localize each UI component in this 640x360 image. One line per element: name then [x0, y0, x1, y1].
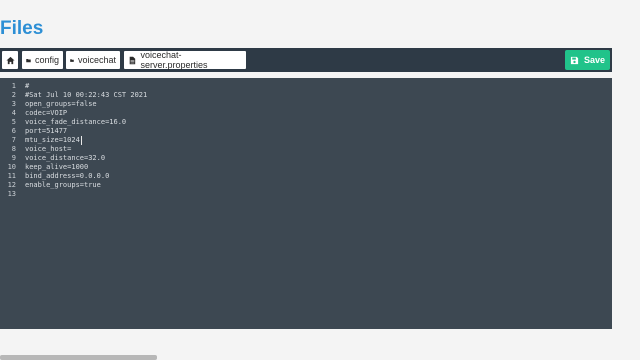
line-number: 10 [7, 163, 16, 171]
line-text[interactable]: voice_fade_distance=16.0 [25, 118, 126, 127]
editor-line[interactable]: 3 open_groups=false [0, 100, 97, 109]
file-icon [129, 56, 136, 64]
line-text[interactable]: #Sat Jul 10 00:22:43 CST 2021 [25, 91, 147, 100]
breadcrumb-home[interactable] [2, 51, 18, 69]
editor-line[interactable]: 7 mtu_size=1024 [0, 136, 80, 145]
line-number: 5 [11, 118, 16, 126]
line-text[interactable]: bind_address=0.0.0.0 [25, 172, 109, 181]
editor-line[interactable]: 9 voice_distance=32.0 [0, 154, 105, 163]
line-number: 8 [11, 145, 16, 153]
save-button[interactable]: Save [565, 50, 610, 70]
save-button-label: Save [583, 55, 606, 65]
line-text[interactable]: port=51477 [25, 127, 67, 136]
page-title: Files [0, 18, 44, 39]
line-number: 3 [11, 100, 16, 108]
breadcrumb-label: config [34, 55, 59, 65]
editor-line[interactable]: 8 voice_host= [0, 145, 72, 154]
line-number: 9 [11, 154, 16, 162]
line-text[interactable]: codec=VOIP [25, 109, 67, 118]
editor-line[interactable]: 12 enable_groups=true [0, 181, 101, 190]
line-number: 13 [7, 190, 16, 198]
line-number: 11 [7, 172, 16, 180]
code-editor[interactable]: 1 #2 #Sat Jul 10 00:22:43 CST 2021 3 open_gr… [0, 78, 612, 329]
breadcrumb-label: voicechat-server.properties [140, 50, 208, 70]
folder-icon [26, 58, 31, 62]
editor-line[interactable]: 5 voice_fade_distance=16.0 [0, 118, 126, 127]
text-cursor [81, 136, 82, 145]
breadcrumb-label: voicechat [77, 55, 116, 65]
editor-line[interactable]: 13 [0, 190, 16, 199]
line-text[interactable]: voice_host= [25, 145, 71, 154]
editor-line[interactable]: 10 keep_alive=1000 [0, 163, 89, 172]
line-number: 2 [11, 91, 16, 99]
save-icon [570, 56, 579, 64]
file-toolbar: config voicechat voicechat-server.proper… [0, 48, 612, 72]
editor-line[interactable]: 6 port=51477 [0, 127, 67, 136]
folder-icon [70, 58, 74, 62]
horizontal-scrollbar[interactable] [0, 355, 157, 360]
line-text[interactable]: keep_alive=1000 [25, 163, 88, 172]
line-number: 6 [11, 127, 16, 135]
editor-line[interactable]: 2 #Sat Jul 10 00:22:43 CST 2021 [0, 91, 147, 100]
editor-line[interactable]: 4 codec=VOIP [0, 109, 67, 118]
editor-line[interactable]: 11 bind_address=0.0.0.0 [0, 172, 110, 181]
breadcrumb-voicechat[interactable]: voicechat [66, 51, 120, 69]
line-number: 12 [7, 181, 16, 189]
line-number: 7 [11, 136, 16, 144]
breadcrumb-config[interactable]: config [22, 51, 63, 69]
line-text[interactable]: # [25, 82, 29, 91]
line-text[interactable]: voice_distance=32.0 [25, 154, 105, 163]
line-text[interactable]: open_groups=false [25, 100, 97, 109]
line-text[interactable]: mtu_size=1024 [25, 136, 80, 145]
line-text[interactable]: enable_groups=true [25, 181, 101, 190]
line-number: 1 [11, 82, 16, 90]
home-icon [5, 56, 15, 64]
line-number: 4 [11, 109, 16, 117]
breadcrumb-file[interactable]: voicechat-server.properties [124, 50, 246, 70]
editor-line[interactable]: 1 # [0, 82, 29, 91]
